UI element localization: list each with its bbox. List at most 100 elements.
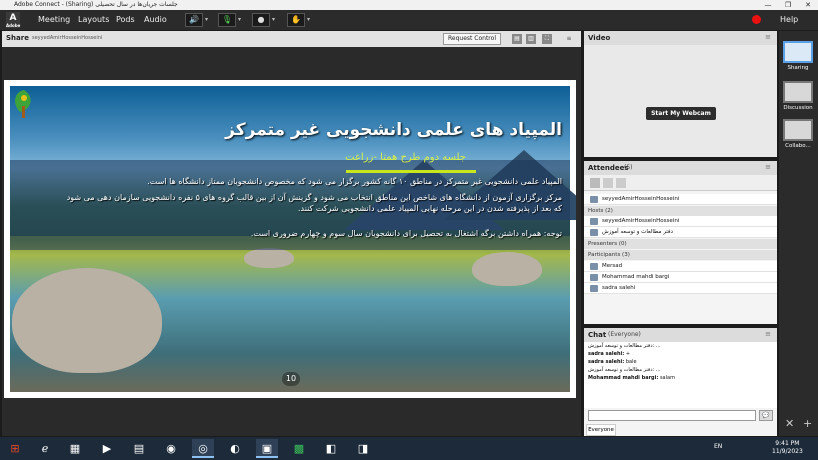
fit-width-icon[interactable]: ▤	[512, 34, 522, 44]
leaf-logo-icon	[15, 90, 31, 118]
fit-page-icon[interactable]: ▥	[526, 34, 536, 44]
layouts-bar: Sharing Discussion Collabo... ✕ +	[779, 31, 818, 436]
fullscreen-icon[interactable]: ⛶	[542, 34, 552, 44]
chat-pod-title: Chat	[588, 331, 607, 339]
slide-underline	[346, 170, 476, 173]
video-pod-title: Video	[588, 34, 611, 42]
webcam-icon[interactable]: ●	[252, 13, 270, 27]
breakout-icon[interactable]	[603, 178, 613, 188]
list-view-icon[interactable]	[590, 178, 600, 188]
list-item[interactable]: sadra salehi	[584, 283, 777, 294]
record-icon[interactable]	[752, 15, 761, 24]
app-icon[interactable]: ◨	[352, 439, 374, 458]
minimize-button[interactable]: —	[758, 0, 778, 10]
menu-pods[interactable]: Pods	[116, 15, 135, 24]
chat-message: sadra salehi: +	[588, 351, 631, 357]
chat-tab-everyone[interactable]: Everyone	[586, 424, 616, 436]
calendar-icon[interactable]: ▤	[128, 439, 150, 458]
share-pod-title: Share	[6, 34, 29, 42]
window-title: Adobe Connect - (Sharing) جلسات جریان‌ها…	[14, 1, 178, 8]
attendees-pod-header: Attendees (5) ≡	[584, 161, 777, 175]
tools-icon[interactable]: ✕	[785, 417, 794, 430]
slide-paragraph: توجه: همراه داشتن برگه اشتغال به تحصیل ب…	[250, 229, 562, 238]
maximize-button[interactable]: ❐	[778, 0, 798, 10]
presenters-group-header[interactable]: Presenters (0)	[584, 239, 777, 249]
slide-title: المپیاد های علمی دانشجویی غیر متمرکز	[225, 120, 562, 140]
list-item[interactable]: Mersad	[584, 261, 777, 272]
list-item[interactable]: seyyedAmirHosseinHosseini	[584, 216, 777, 227]
user-avatar-icon	[590, 229, 598, 236]
layout-collaboration[interactable]: Collabo...	[783, 119, 813, 149]
chat-pod: Chat (Everyone) ≡ دفتر مطالعات و توسعه آ…	[584, 328, 777, 436]
presenter-name: seyyedAmirHosseinHosseini	[32, 35, 103, 41]
slide-rock	[12, 268, 162, 373]
layout-discussion[interactable]: Discussion	[783, 81, 813, 111]
menu-help[interactable]: Help	[780, 15, 798, 24]
list-item[interactable]: دفتر مطالعات و توسعه آموزش	[584, 227, 777, 238]
pod-menu-icon[interactable]: ≡	[564, 34, 574, 44]
language-indicator[interactable]: EN	[714, 443, 722, 450]
start-button-icon[interactable]: ⊞	[4, 439, 26, 458]
status-dropdown-icon[interactable]: ▾	[307, 16, 310, 23]
chat-message: دفتر مطالعات و توسعه آموزش: ...	[588, 343, 661, 349]
edge-icon[interactable]: ◐	[224, 439, 246, 458]
request-control-button[interactable]: Request Control	[443, 33, 501, 45]
webcam-dropdown-icon[interactable]: ▾	[272, 16, 275, 23]
start-webcam-button[interactable]: Start My Webcam	[646, 107, 716, 120]
slide-paragraph: مرکز برگزاری آزمون از دانشگاه های شاخص ا…	[66, 193, 562, 213]
participants-group-header[interactable]: Participants (3)	[584, 250, 777, 260]
attendees-pod-title: Attendees	[588, 164, 629, 172]
firefox-icon[interactable]: ◉	[160, 439, 182, 458]
menu-bar: A Adobe Meeting Layouts Pods Audio 🔊 ▾ 🎙 …	[0, 10, 818, 30]
speaker-icon[interactable]: 🔊	[185, 13, 203, 27]
slide-paragraph: المپیاد علمی دانشجویی غیر متمرکز در مناط…	[147, 177, 562, 186]
user-avatar-icon	[590, 274, 598, 281]
chat-input[interactable]	[588, 410, 756, 421]
layout-thumbnail	[783, 119, 813, 141]
layout-thumbnail	[783, 81, 813, 103]
slide-subtitle: جلسه دوم طرح همتا -زراعت	[345, 152, 466, 163]
close-button[interactable]: ✕	[798, 0, 818, 10]
speaker-icon	[590, 196, 598, 203]
media-player-icon[interactable]: ▶	[96, 439, 118, 458]
send-message-icon[interactable]: 💬	[759, 410, 773, 421]
video-area: Start My Webcam	[584, 45, 777, 157]
chat-message: دفتر مطالعات و توسعه آموزش: ...	[588, 367, 661, 373]
add-layout-icon[interactable]: +	[803, 417, 812, 430]
user-avatar-icon	[590, 285, 598, 292]
slide-page-number: 10	[282, 372, 300, 386]
chat-pod-header: Chat (Everyone) ≡	[584, 328, 777, 342]
chat-message: Mohammad mahdi bargi: salam	[588, 375, 675, 381]
video-pod: Video ≡ Start My Webcam	[584, 31, 777, 157]
list-item[interactable]: Mohammad mahdi bargi	[584, 272, 777, 283]
pod-menu-icon[interactable]: ≡	[765, 330, 771, 338]
ie-icon[interactable]: ℯ	[34, 439, 56, 458]
menu-audio[interactable]: Audio	[144, 15, 167, 24]
status-view-icon[interactable]	[616, 178, 626, 188]
microphone-icon[interactable]: 🎙	[218, 13, 236, 27]
hosts-group-header[interactable]: Hosts (2)	[584, 206, 777, 216]
chat-messages[interactable]: دفتر مطالعات و توسعه آموزش: ... sadra sa…	[584, 342, 777, 408]
app-icon[interactable]: ◧	[320, 439, 342, 458]
microphone-dropdown-icon[interactable]: ▾	[238, 16, 241, 23]
file-explorer-icon[interactable]: ▦	[64, 439, 86, 458]
share-pod-header: Share seyyedAmirHosseinHosseini Request …	[2, 31, 581, 47]
menu-layouts[interactable]: Layouts	[78, 15, 109, 24]
system-clock[interactable]: 9:41 PM 11/9/2023	[772, 440, 803, 456]
menu-meeting[interactable]: Meeting	[38, 15, 70, 24]
slide-rock	[472, 252, 542, 286]
speaker-dropdown-icon[interactable]: ▾	[205, 16, 208, 23]
chat-message: sadra salehi: bale	[588, 359, 637, 365]
adobe-logo-icon: A Adobe	[6, 12, 21, 28]
pod-menu-icon[interactable]: ≡	[765, 33, 771, 41]
adobe-connect-taskbar-icon[interactable]: ▣	[256, 439, 278, 458]
chrome-icon[interactable]: ◎	[192, 439, 214, 458]
pod-menu-icon[interactable]: ≡	[765, 163, 771, 171]
slide-rock	[244, 248, 294, 268]
active-speaker-row: seyyedAmirHosseinHosseini	[584, 194, 777, 205]
layout-sharing[interactable]: Sharing	[783, 41, 813, 71]
user-avatar-icon	[590, 218, 598, 225]
raise-hand-icon[interactable]: ✋	[287, 13, 305, 27]
excel-icon[interactable]: ▩	[288, 439, 310, 458]
attendees-count: (5)	[624, 164, 633, 171]
